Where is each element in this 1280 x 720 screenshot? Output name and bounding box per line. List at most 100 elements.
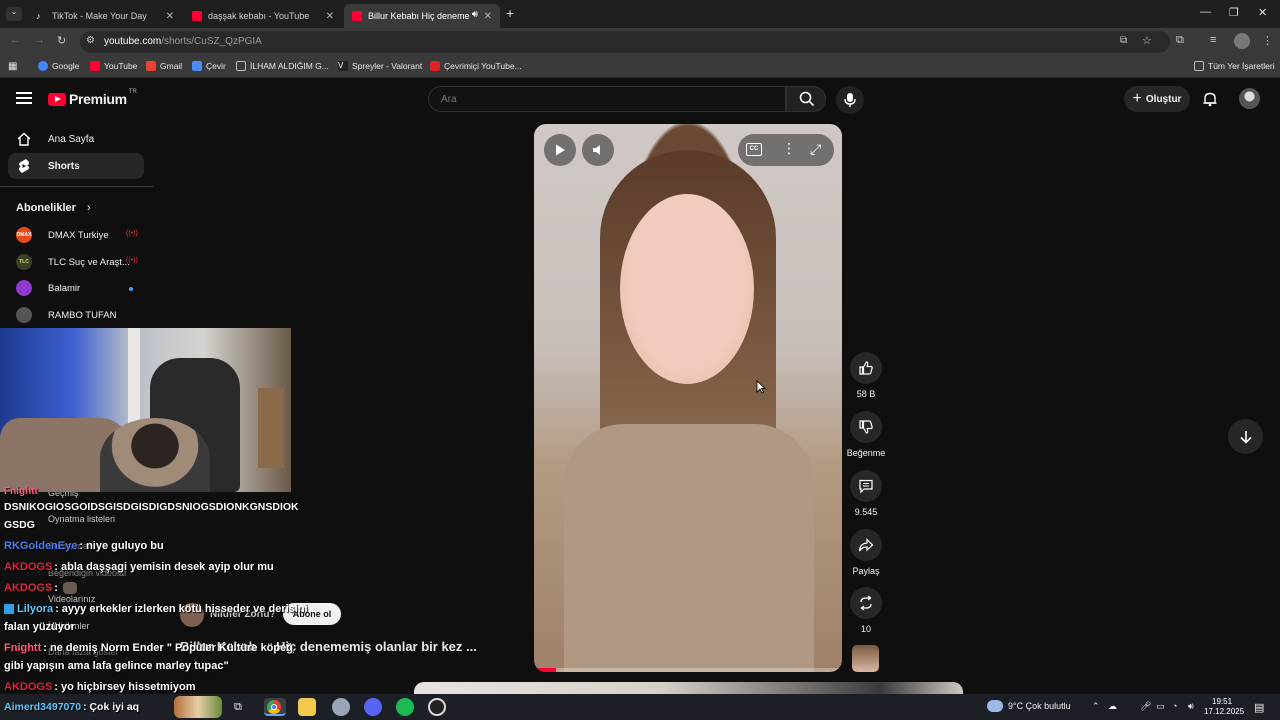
chat-username: Fnightt (4, 486, 38, 497)
clock-date[interactable]: 17.12.2025 (1204, 707, 1244, 716)
discord-icon[interactable] (364, 698, 382, 716)
search-input[interactable] (429, 87, 785, 111)
chat-message: Aimerd3497070: Çok iyi aq (4, 701, 139, 713)
tab-youtube-search[interactable]: daşşak kebabı - YouTube ✕ (184, 4, 342, 28)
back-icon[interactable]: ← (10, 34, 21, 46)
notification-center-icon[interactable]: ▤ (1254, 701, 1264, 714)
search-button[interactable] (786, 86, 826, 112)
like-button[interactable]: 58 B (847, 352, 885, 399)
subscription-balamir[interactable]: Balamir (16, 277, 80, 299)
comments-button[interactable]: 9.545 (847, 470, 885, 517)
play-button[interactable] (544, 134, 576, 166)
install-icon[interactable]: ⧉ (1120, 35, 1127, 46)
network-icon[interactable]: ☁ (1108, 701, 1117, 712)
chat-message: RKGoldenEye: niye guluyo bu (4, 540, 164, 552)
media-control-icon[interactable]: ≡ (1210, 34, 1216, 46)
comment-icon (859, 479, 873, 494)
youtube-logo[interactable]: Premium TR (48, 89, 137, 107)
tab-tiktok[interactable]: ♪ TikTok - Make Your Day ✕ (28, 4, 182, 28)
sidebar-item-playlists[interactable]: Oynatma listeleri (48, 514, 115, 524)
menu-icon[interactable]: ⋮ (1262, 34, 1273, 47)
bookmark-label: Çevrimiçi YouTube... (444, 61, 522, 71)
subscription-tlc[interactable]: TLC TLC Suç ve Araşt... (16, 251, 130, 273)
bookmark-google[interactable]: Google (38, 61, 79, 71)
close-icon[interactable]: ✕ (326, 11, 334, 22)
tab-youtube-shorts[interactable]: Billur Kebabı Hiç deneme 🔊︎ ✕ (344, 4, 500, 28)
volume-icon (593, 145, 600, 155)
close-icon[interactable]: ✕ (484, 11, 492, 22)
obs-icon[interactable] (428, 698, 446, 716)
sound-thumbnail[interactable] (852, 645, 879, 672)
share-button[interactable]: Paylaş (847, 529, 885, 576)
close-window-button[interactable]: ✕ (1258, 6, 1267, 19)
subscription-dmax[interactable]: DMAX DMAX Turkiye (16, 224, 109, 246)
remix-button[interactable]: 10 (847, 587, 885, 634)
chrome-icon[interactable] (264, 698, 286, 716)
menu-icon[interactable] (16, 92, 32, 104)
mic-tray-icon[interactable]: 🎤︎ (1140, 701, 1151, 712)
weather-icon (987, 700, 1003, 712)
comments-circle (850, 470, 882, 502)
address-bar[interactable]: ⚙ youtube.com/shorts/CuSZ_QzPGIA ⧉ ☆ (80, 31, 1170, 53)
more-options-icon[interactable]: ⋮ (782, 140, 796, 157)
wifi-icon[interactable]: ◔ (1172, 701, 1177, 711)
browser-toolbar: ← → ↻ ⚙ youtube.com/shorts/CuSZ_QzPGIA ⧉… (0, 28, 1280, 56)
tab-search-button[interactable]: ⌄ (6, 7, 22, 21)
speaker-icon[interactable]: 🔊︎ (472, 9, 478, 20)
app-icon[interactable] (332, 698, 350, 716)
tab-title: daşşak kebabı - YouTube (208, 11, 310, 21)
bookmark-valorant[interactable]: V Spreyler - Valorant (338, 61, 422, 71)
address-host: youtube.com (104, 36, 162, 47)
forward-icon[interactable]: → (34, 34, 45, 46)
subscriptions-heading[interactable]: Abonelikler › (16, 202, 91, 214)
star-icon[interactable]: ☆ (1142, 34, 1152, 47)
bookmark-label: Google (52, 61, 80, 71)
all-bookmarks[interactable]: Tüm Yer İşaretleri (1194, 61, 1275, 71)
account-avatar[interactable] (1239, 88, 1260, 109)
extensions-icon[interactable]: ⧉ (1176, 34, 1184, 47)
file-explorer-icon[interactable] (298, 698, 316, 716)
next-video-button[interactable] (1228, 419, 1263, 454)
weather-text[interactable]: 9°C Çok bulutlu (1008, 701, 1071, 711)
chat-text: GSDG (4, 519, 35, 531)
chevron-up-icon[interactable]: ⌃ (1092, 701, 1100, 712)
spotify-icon[interactable] (396, 698, 414, 716)
notifications-button[interactable] (1202, 91, 1218, 112)
task-view-icon[interactable]: ⧉ (234, 701, 242, 714)
display-icon[interactable]: ▭ (1156, 701, 1165, 712)
subscription-label: TLC Suç ve Araşt... (48, 256, 130, 268)
captions-icon[interactable]: CC (746, 143, 762, 156)
search-box[interactable] (428, 86, 786, 112)
mute-button[interactable] (582, 134, 614, 166)
fullscreen-icon[interactable]: ⤢ (810, 141, 821, 158)
bookmark-folder-ilham[interactable]: İLHAM ALDIĞIM G... (236, 61, 329, 71)
bookmark-translate[interactable]: Çevir (192, 61, 226, 71)
apps-icon[interactable]: ▦ (8, 61, 17, 72)
subscription-rambo-tufan[interactable]: RAMBO TUFAN (16, 304, 116, 326)
cat-emote-icon (63, 582, 78, 595)
clock-time[interactable]: 19:51 (1212, 697, 1232, 706)
reload-icon[interactable]: ↻ (57, 34, 66, 47)
site-info-icon[interactable]: ⚙ (86, 35, 95, 46)
minimize-button[interactable]: — (1200, 6, 1211, 18)
chat-text: : ne demiş Norm Ender " Popüler Kültüre … (43, 642, 293, 654)
bookmark-youtube[interactable]: YouTube (90, 61, 137, 71)
chat-message: gibi yapışın ama lafa gelince marley tup… (4, 660, 229, 672)
bookmarks-bar: ▦ Google YouTube Gmail Çevir İLHAM ALDIĞ… (0, 56, 1280, 78)
volume-icon[interactable]: 🔊︎ (1188, 701, 1194, 712)
progress-bar[interactable] (534, 668, 842, 672)
voice-search-button[interactable] (836, 86, 864, 114)
next-short-preview[interactable] (414, 682, 963, 694)
bookmark-online-youtube[interactable]: Çevrimiçi YouTube... (430, 61, 522, 71)
chat-message: AKDOGS: abla daşşagi yemisin desek ayip … (4, 561, 274, 573)
shorts-video-player[interactable]: CC ⋮ ⤢ (534, 124, 842, 672)
profile-avatar[interactable] (1234, 33, 1250, 49)
bookmark-gmail[interactable]: Gmail (146, 61, 182, 71)
maximize-button[interactable]: ❐ (1229, 6, 1239, 19)
close-icon[interactable]: ✕ (166, 11, 174, 22)
sidebar-item-shorts[interactable]: Shorts (8, 153, 144, 179)
sidebar-item-home[interactable]: Ana Sayfa (8, 126, 144, 152)
dislike-button[interactable]: Beğenme (844, 411, 888, 458)
create-button[interactable]: + Oluştur (1124, 86, 1190, 112)
new-tab-button[interactable]: + (506, 5, 514, 21)
